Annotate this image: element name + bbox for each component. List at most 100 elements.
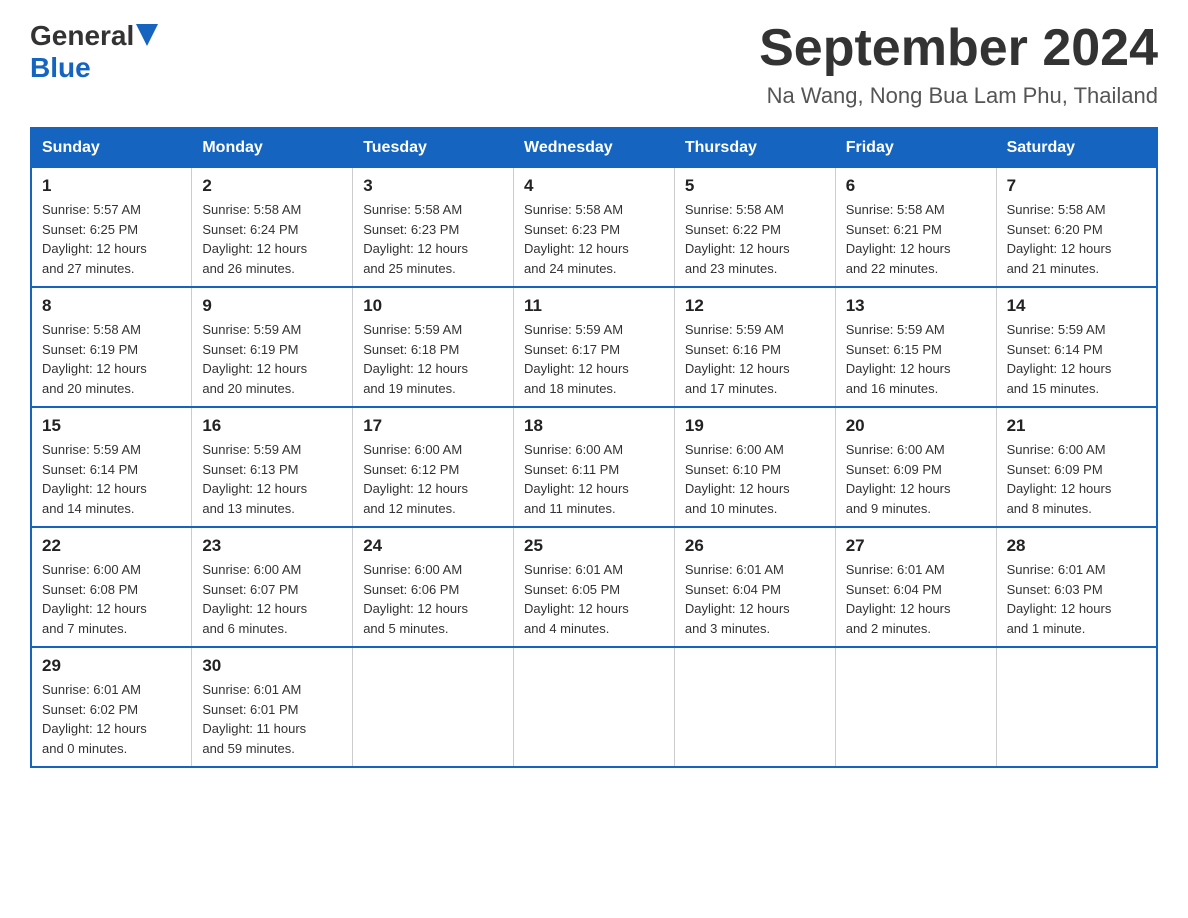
day-number: 29 — [42, 656, 181, 676]
calendar-cell: 30 Sunrise: 6:01 AMSunset: 6:01 PMDayligh… — [192, 647, 353, 767]
day-number: 30 — [202, 656, 342, 676]
day-number: 9 — [202, 296, 342, 316]
day-info: Sunrise: 5:58 AMSunset: 6:24 PMDaylight:… — [202, 200, 342, 278]
day-number: 28 — [1007, 536, 1146, 556]
calendar-cell: 20Sunrise: 6:00 AMSunset: 6:09 PMDayligh… — [835, 407, 996, 527]
calendar-cell: 22 Sunrise: 6:00 AMSunset: 6:08 PMDayligh… — [31, 527, 192, 647]
calendar-cell — [353, 647, 514, 767]
day-number: 1 — [42, 176, 181, 196]
day-number: 3 — [363, 176, 503, 196]
day-number: 16 — [202, 416, 342, 436]
calendar-cell: 4Sunrise: 5:58 AMSunset: 6:23 PMDaylight… — [514, 168, 675, 288]
day-info: Sunrise: 5:59 AMSunset: 6:18 PMDaylight:… — [363, 320, 503, 398]
calendar-cell — [674, 647, 835, 767]
day-number: 11 — [524, 296, 664, 316]
calendar-cell: 14 Sunrise: 5:59 AMSunset: 6:14 PMDayligh… — [996, 287, 1157, 407]
calendar-week-row: 29 Sunrise: 6:01 AMSunset: 6:02 PMDayligh… — [31, 647, 1157, 767]
day-number: 21 — [1007, 416, 1146, 436]
calendar-cell: 11 Sunrise: 5:59 AMSunset: 6:17 PMDayligh… — [514, 287, 675, 407]
day-info: Sunrise: 6:01 AMSunset: 6:03 PMDaylight:… — [1007, 560, 1146, 638]
day-info: Sunrise: 6:01 AMSunset: 6:01 PMDaylight:… — [202, 680, 342, 758]
day-info: Sunrise: 6:00 AMSunset: 6:12 PMDaylight:… — [363, 440, 503, 518]
calendar-cell: 24Sunrise: 6:00 AMSunset: 6:06 PMDayligh… — [353, 527, 514, 647]
day-info: Sunrise: 5:58 AMSunset: 6:23 PMDaylight:… — [363, 200, 503, 278]
day-info: Sunrise: 5:59 AMSunset: 6:14 PMDaylight:… — [42, 440, 181, 518]
day-info: Sunrise: 5:59 AMSunset: 6:15 PMDaylight:… — [846, 320, 986, 398]
calendar-cell: 21 Sunrise: 6:00 AMSunset: 6:09 PMDayligh… — [996, 407, 1157, 527]
column-header-saturday: Saturday — [996, 128, 1157, 168]
calendar-cell: 13 Sunrise: 5:59 AMSunset: 6:15 PMDayligh… — [835, 287, 996, 407]
day-number: 17 — [363, 416, 503, 436]
calendar-week-row: 8Sunrise: 5:58 AMSunset: 6:19 PMDaylight… — [31, 287, 1157, 407]
day-info: Sunrise: 6:00 AMSunset: 6:10 PMDaylight:… — [685, 440, 825, 518]
calendar-cell — [996, 647, 1157, 767]
calendar-cell: 1 Sunrise: 5:57 AMSunset: 6:25 PMDaylight… — [31, 168, 192, 288]
day-number: 13 — [846, 296, 986, 316]
calendar-cell: 25 Sunrise: 6:01 AMSunset: 6:05 PMDayligh… — [514, 527, 675, 647]
day-number: 23 — [202, 536, 342, 556]
day-info: Sunrise: 5:59 AMSunset: 6:14 PMDaylight:… — [1007, 320, 1146, 398]
day-info: Sunrise: 5:57 AMSunset: 6:25 PMDaylight:… — [42, 200, 181, 278]
day-info: Sunrise: 6:01 AMSunset: 6:05 PMDaylight:… — [524, 560, 664, 638]
day-info: Sunrise: 6:00 AMSunset: 6:11 PMDaylight:… — [524, 440, 664, 518]
logo: General Blue — [30, 20, 158, 84]
calendar-cell: 17 Sunrise: 6:00 AMSunset: 6:12 PMDayligh… — [353, 407, 514, 527]
column-header-tuesday: Tuesday — [353, 128, 514, 168]
day-info: Sunrise: 6:01 AMSunset: 6:02 PMDaylight:… — [42, 680, 181, 758]
day-number: 26 — [685, 536, 825, 556]
title-area: September 2024 Na Wang, Nong Bua Lam Phu… — [759, 20, 1158, 109]
calendar-cell: 16 Sunrise: 5:59 AMSunset: 6:13 PMDayligh… — [192, 407, 353, 527]
day-info: Sunrise: 6:00 AMSunset: 6:09 PMDaylight:… — [1007, 440, 1146, 518]
day-info: Sunrise: 5:58 AMSunset: 6:20 PMDaylight:… — [1007, 200, 1146, 278]
day-number: 22 — [42, 536, 181, 556]
logo-top-row: General — [30, 20, 158, 52]
calendar-week-row: 1 Sunrise: 5:57 AMSunset: 6:25 PMDaylight… — [31, 168, 1157, 288]
calendar-cell: 27Sunrise: 6:01 AMSunset: 6:04 PMDayligh… — [835, 527, 996, 647]
day-number: 15 — [42, 416, 181, 436]
calendar-cell — [514, 647, 675, 767]
logo-blue-text: Blue — [30, 52, 91, 83]
calendar-cell: 3 Sunrise: 5:58 AMSunset: 6:23 PMDaylight… — [353, 168, 514, 288]
column-header-thursday: Thursday — [674, 128, 835, 168]
day-number: 25 — [524, 536, 664, 556]
column-header-friday: Friday — [835, 128, 996, 168]
day-number: 4 — [524, 176, 664, 196]
calendar-cell: 23 Sunrise: 6:00 AMSunset: 6:07 PMDayligh… — [192, 527, 353, 647]
day-info: Sunrise: 6:01 AMSunset: 6:04 PMDaylight:… — [685, 560, 825, 638]
calendar-cell: 7Sunrise: 5:58 AMSunset: 6:20 PMDaylight… — [996, 168, 1157, 288]
calendar-cell: 18 Sunrise: 6:00 AMSunset: 6:11 PMDayligh… — [514, 407, 675, 527]
day-info: Sunrise: 5:59 AMSunset: 6:17 PMDaylight:… — [524, 320, 664, 398]
day-number: 10 — [363, 296, 503, 316]
calendar-cell: 8Sunrise: 5:58 AMSunset: 6:19 PMDaylight… — [31, 287, 192, 407]
day-info: Sunrise: 5:59 AMSunset: 6:16 PMDaylight:… — [685, 320, 825, 398]
calendar-cell: 5Sunrise: 5:58 AMSunset: 6:22 PMDaylight… — [674, 168, 835, 288]
day-number: 18 — [524, 416, 664, 436]
calendar-cell — [835, 647, 996, 767]
day-info: Sunrise: 6:01 AMSunset: 6:04 PMDaylight:… — [846, 560, 986, 638]
calendar-cell: 9Sunrise: 5:59 AMSunset: 6:19 PMDaylight… — [192, 287, 353, 407]
calendar-cell: 26 Sunrise: 6:01 AMSunset: 6:04 PMDayligh… — [674, 527, 835, 647]
calendar-week-row: 15 Sunrise: 5:59 AMSunset: 6:14 PMDayligh… — [31, 407, 1157, 527]
day-info: Sunrise: 5:59 AMSunset: 6:13 PMDaylight:… — [202, 440, 342, 518]
day-info: Sunrise: 6:00 AMSunset: 6:07 PMDaylight:… — [202, 560, 342, 638]
calendar-cell: 10 Sunrise: 5:59 AMSunset: 6:18 PMDayligh… — [353, 287, 514, 407]
day-number: 14 — [1007, 296, 1146, 316]
header-area: General Blue September 2024 Na Wang, Non… — [30, 20, 1158, 109]
day-number: 19 — [685, 416, 825, 436]
day-number: 2 — [202, 176, 342, 196]
column-header-monday: Monday — [192, 128, 353, 168]
calendar-cell: 15 Sunrise: 5:59 AMSunset: 6:14 PMDayligh… — [31, 407, 192, 527]
calendar-cell: 2 Sunrise: 5:58 AMSunset: 6:24 PMDaylight… — [192, 168, 353, 288]
column-header-sunday: Sunday — [31, 128, 192, 168]
column-header-wednesday: Wednesday — [514, 128, 675, 168]
calendar-header-row: SundayMondayTuesdayWednesdayThursdayFrid… — [31, 128, 1157, 168]
calendar-cell: 28 Sunrise: 6:01 AMSunset: 6:03 PMDayligh… — [996, 527, 1157, 647]
day-info: Sunrise: 6:00 AMSunset: 6:09 PMDaylight:… — [846, 440, 986, 518]
page-title: September 2024 — [759, 20, 1158, 77]
day-number: 8 — [42, 296, 181, 316]
day-info: Sunrise: 6:00 AMSunset: 6:08 PMDaylight:… — [42, 560, 181, 638]
logo-general-text: General — [30, 20, 134, 52]
calendar-table: SundayMondayTuesdayWednesdayThursdayFrid… — [30, 127, 1158, 768]
page-subtitle: Na Wang, Nong Bua Lam Phu, Thailand — [759, 83, 1158, 109]
day-info: Sunrise: 5:58 AMSunset: 6:22 PMDaylight:… — [685, 200, 825, 278]
